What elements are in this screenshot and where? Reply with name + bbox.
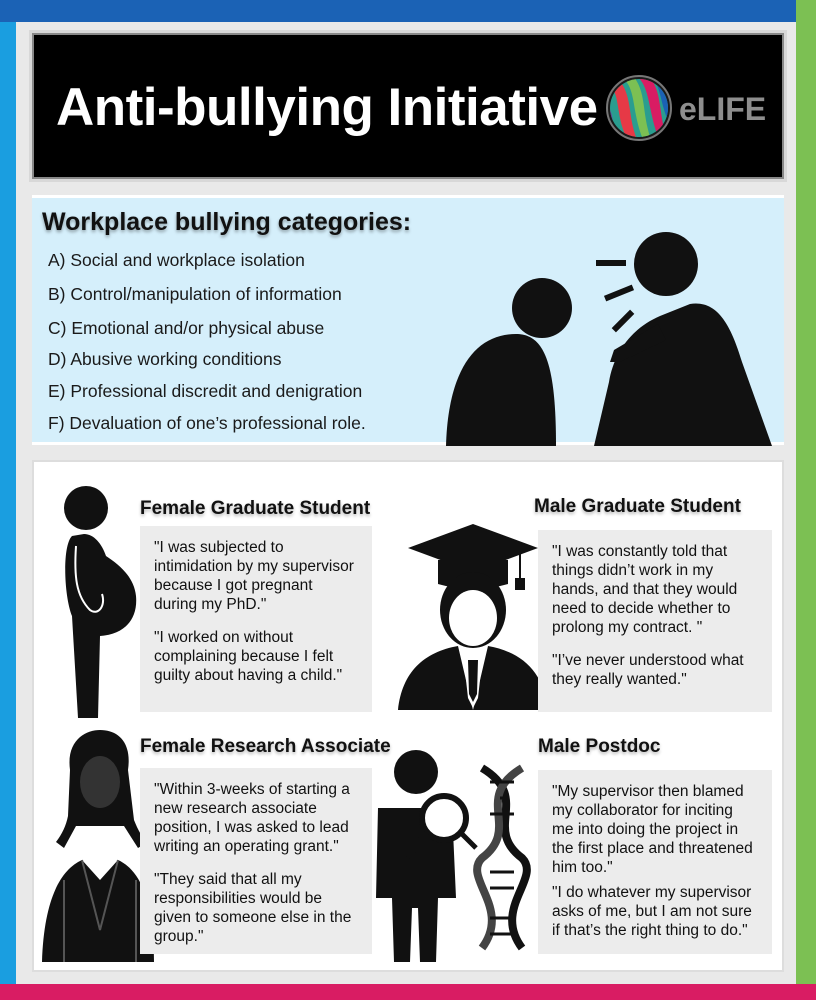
bottom-color-bar	[0, 984, 816, 1000]
quote-box: "Within 3-weeks of starting a new resear…	[140, 768, 372, 954]
elife-logo-icon	[606, 75, 672, 141]
stories-panel: Female Graduate Student "I was subjected…	[32, 460, 784, 972]
category-item: D) Abusive working conditions	[48, 349, 282, 369]
quote-text: "I was subjected to intimidation by my s…	[154, 539, 354, 613]
quote-text: "They said that all my responsibilities …	[154, 871, 352, 945]
persona-title: Female Research Associate	[140, 736, 391, 757]
left-color-bar	[0, 22, 16, 984]
quote-text: "Within 3-weeks of starting a new resear…	[154, 781, 350, 855]
persona-title: Female Graduate Student	[140, 498, 371, 519]
page-title: Anti-bullying Initiative	[56, 78, 598, 137]
persona-title: Male Graduate Student	[534, 496, 741, 517]
category-item: A) Social and workplace isolation	[48, 250, 305, 270]
quote-text: "I worked on without complaining because…	[154, 629, 343, 684]
elife-logo-text: eLIFE	[679, 91, 767, 127]
categories-panel: Workplace bullying categories: A) Social…	[32, 195, 784, 446]
top-color-bar	[0, 0, 816, 22]
female-researcher-icon	[42, 730, 154, 962]
quote-text: "I was constantly told that things didn’…	[552, 543, 738, 636]
quote-text: "My supervisor then blamed my collaborat…	[552, 783, 753, 876]
shouting-figure-icon	[446, 232, 772, 446]
quote-box: "My supervisor then blamed my collaborat…	[538, 770, 772, 954]
title-banner: Anti-bullying Initiative eLIFE	[32, 33, 784, 179]
graduate-student-icon	[398, 524, 548, 710]
researcher-magnifier-dna-icon	[376, 750, 531, 962]
right-color-bar	[796, 0, 816, 984]
categories-heading: Workplace bullying categories:	[42, 208, 412, 236]
persona-title: Male Postdoc	[538, 736, 661, 757]
quote-text: "I’ve never understood what they really …	[552, 652, 744, 688]
category-item: E) Professional discredit and denigratio…	[48, 381, 363, 401]
category-item: B) Control/manipulation of information	[48, 284, 342, 304]
quote-box: "I was subjected to intimidation by my s…	[140, 526, 372, 712]
category-item: C) Emotional and/or physical abuse	[48, 318, 325, 338]
quote-box: "I was constantly told that things didn’…	[538, 530, 772, 712]
category-item: F) Devaluation of one’s professional rol…	[48, 413, 366, 433]
quote-text: "I do whatever my supervisor asks of me,…	[552, 884, 752, 939]
pregnant-woman-icon	[64, 486, 137, 718]
